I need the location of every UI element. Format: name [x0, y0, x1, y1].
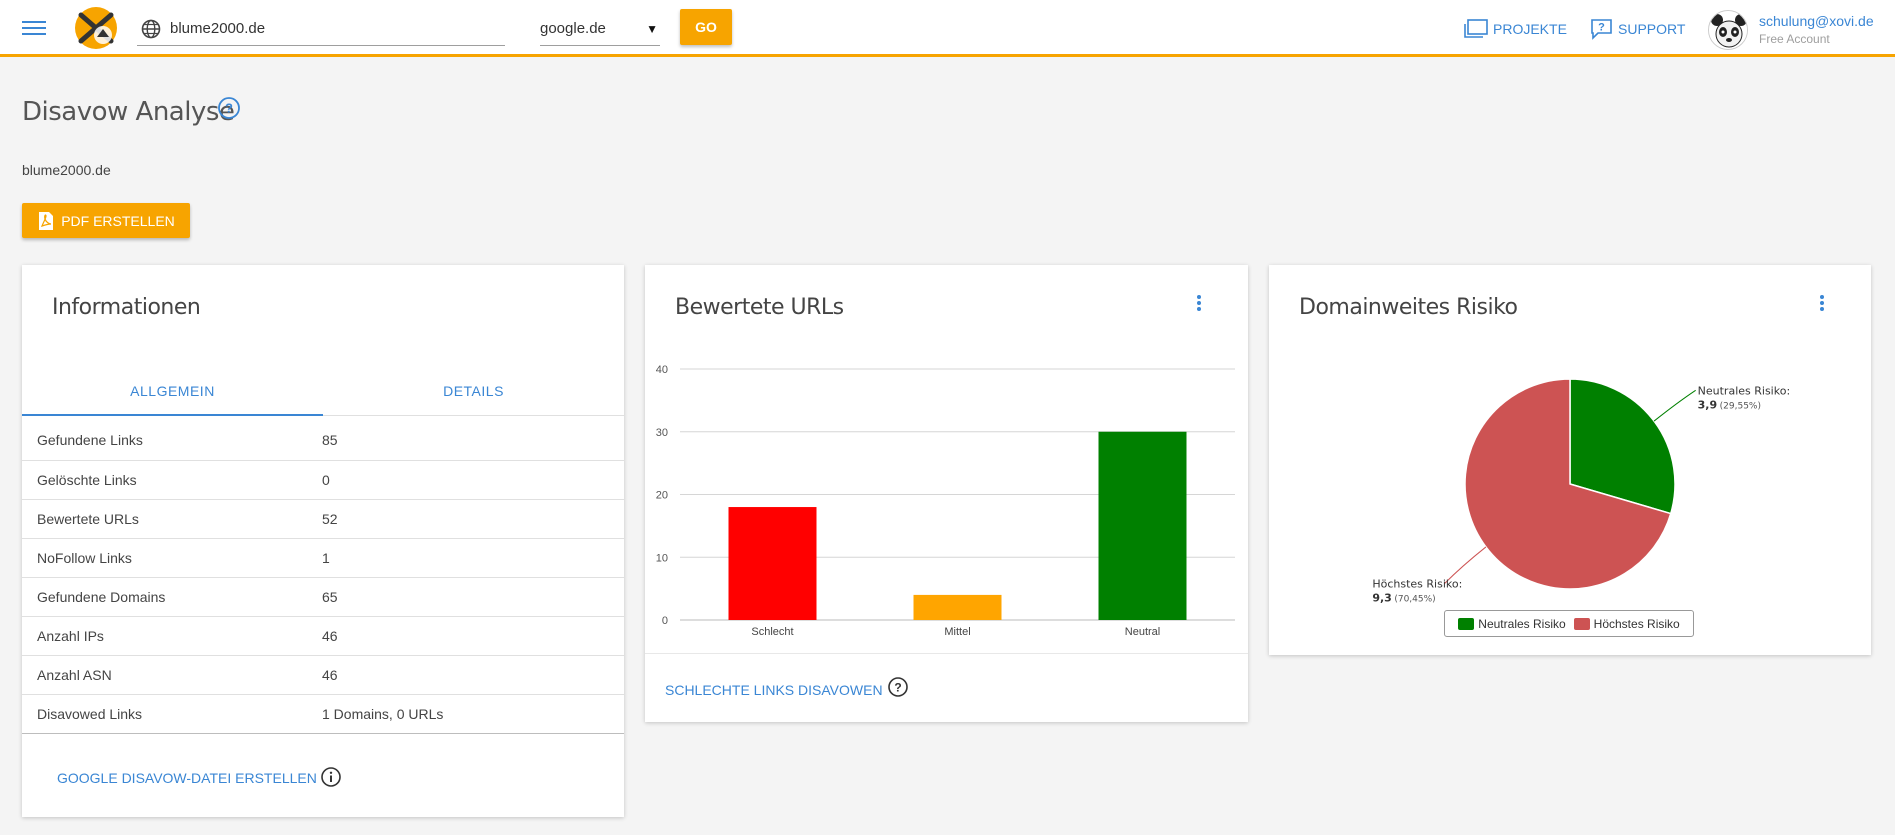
- hamburger-menu-icon[interactable]: [22, 18, 46, 36]
- bar-mittel[interactable]: [913, 594, 1002, 620]
- row-value: 85: [322, 421, 624, 461]
- page-title: Disavow Analyse: [22, 97, 235, 127]
- nav-support-link[interactable]: ? SUPPORT: [1590, 17, 1685, 41]
- legend-swatch: [1573, 617, 1590, 630]
- table-row: Gelöschte Links 0: [22, 460, 624, 500]
- pie-label-name: Höchstes Risiko:: [1372, 578, 1462, 591]
- pie-label-value: 9,3: [1372, 592, 1392, 605]
- pie-label-name: Neutrales Risiko:: [1698, 384, 1791, 397]
- pie-label-percent: (70,45%): [1394, 595, 1435, 605]
- divider: [645, 653, 1248, 654]
- nav-projects-label: PROJEKTE: [1493, 21, 1567, 37]
- nav-projects-link[interactable]: PROJEKTE: [1463, 17, 1567, 41]
- row-value: 46: [322, 616, 624, 656]
- info-card: Informationen ALLGEMEIN DETAILS Gefunden…: [22, 265, 624, 817]
- user-avatar[interactable]: [1708, 10, 1748, 50]
- create-disavow-file-link[interactable]: GOOGLE DISAVOW-DATEI ERSTELLEN: [57, 770, 317, 786]
- bar-schlecht[interactable]: [728, 507, 817, 620]
- nav-support-label: SUPPORT: [1618, 21, 1686, 37]
- create-pdf-label: PDF ERSTELLEN: [61, 212, 175, 229]
- user-email[interactable]: schulung@xovi.de: [1759, 13, 1874, 29]
- domain-search-input[interactable]: [137, 12, 505, 46]
- x-tick-label: Neutral: [1125, 626, 1160, 638]
- row-label: Disavowed Links: [22, 694, 322, 734]
- domain-risk-pie-chart: Neutrales Risiko:3,9 (29,55%) Höchstes Ris…: [1372, 378, 1791, 605]
- row-value: 1: [322, 538, 624, 578]
- globe-icon: [141, 19, 161, 39]
- pie-label-value: 3,9: [1698, 398, 1718, 411]
- svg-text:?: ?: [225, 101, 233, 116]
- tab-details[interactable]: DETAILS: [323, 380, 624, 416]
- folders-icon: [1464, 19, 1488, 38]
- table-row: NoFollow Links 1: [22, 538, 624, 578]
- row-label: Anzahl IPs: [22, 616, 322, 656]
- panda-avatar-icon: [1709, 11, 1747, 49]
- table-row: Bewertete URLs 52: [22, 499, 624, 539]
- legend-item[interactable]: Höchstes Risiko: [1573, 616, 1680, 631]
- x-tick-label: Mittel: [944, 626, 970, 638]
- table-row: Disavowed Links 1 Domains, 0 URLs: [22, 694, 624, 734]
- x-tick-label: Schlecht: [751, 626, 793, 638]
- y-tick-label: 40: [656, 364, 668, 376]
- create-pdf-button[interactable]: PDF ERSTELLEN: [22, 203, 190, 238]
- legend-item[interactable]: Neutrales Risiko: [1458, 616, 1566, 631]
- rated-urls-bar-chart: 0 10 20 30 40 Schlecht Mittel Neutral: [656, 364, 1235, 638]
- help-circle-icon[interactable]: ?: [887, 676, 909, 698]
- search-engine-value: google.de: [540, 20, 606, 37]
- help-circle-icon[interactable]: ?: [217, 96, 241, 120]
- pie-legend: Neutrales Risiko Höchstes Risiko: [1444, 610, 1694, 637]
- bar-neutral[interactable]: [1098, 431, 1187, 620]
- y-tick-label: 10: [656, 552, 668, 564]
- row-value: 52: [322, 499, 624, 539]
- table-row: Anzahl ASN 46: [22, 655, 624, 695]
- xovi-logo[interactable]: [73, 5, 119, 51]
- row-label: Gelöschte Links: [22, 460, 322, 500]
- user-plan: Free Account: [1759, 32, 1830, 46]
- row-value: 46: [322, 655, 624, 695]
- dropdown-arrow-icon: ▼: [646, 22, 658, 36]
- row-label: NoFollow Links: [22, 538, 322, 578]
- legend-swatch: [1458, 617, 1475, 630]
- y-tick-label: 0: [662, 615, 668, 627]
- row-value: 65: [322, 577, 624, 617]
- top-bar: google.de ▼ GO PROJEKTE ? SUPPORT schulu…: [0, 0, 1895, 57]
- pie-connector: [1653, 389, 1696, 422]
- analyzed-domain: blume2000.de: [22, 162, 111, 178]
- row-label: Gefundene Links: [22, 421, 322, 461]
- svg-text:?: ?: [894, 681, 901, 695]
- info-tabs: ALLGEMEIN DETAILS: [22, 380, 624, 416]
- y-tick-label: 30: [656, 427, 668, 439]
- pie-label-percent: (29,55%): [1720, 401, 1761, 411]
- go-button[interactable]: GO: [680, 9, 732, 45]
- search-engine-select[interactable]: google.de ▼: [540, 12, 660, 46]
- rated-urls-card: Bewertete URLs 0 10 20 30 40 Schlecht Mittel Ne…: [645, 265, 1248, 722]
- svg-text:?: ?: [1598, 22, 1605, 34]
- row-label: Bewertete URLs: [22, 499, 322, 539]
- info-table: Gefundene Links 85 Gelöschte Links 0 Bewer…: [22, 421, 624, 734]
- legend-label: Neutrales Risiko: [1478, 616, 1566, 631]
- pdf-file-icon: [39, 211, 54, 230]
- tab-allgemein[interactable]: ALLGEMEIN: [22, 380, 323, 416]
- row-value: 0: [322, 460, 624, 500]
- row-value: 1 Domains, 0 URLs: [322, 694, 624, 734]
- y-tick-label: 20: [656, 490, 668, 502]
- support-chat-icon: ?: [1591, 19, 1612, 40]
- row-label: Anzahl ASN: [22, 655, 322, 695]
- info-card-title: Informationen: [52, 295, 201, 320]
- info-icon[interactable]: [320, 766, 342, 788]
- domain-risk-card: Domainweites Risiko Neutrales Risiko: 3,9…: [1269, 265, 1871, 655]
- disavow-bad-links-link[interactable]: SCHLECHTE LINKS DISAVOWEN: [665, 682, 883, 698]
- row-label: Gefundene Domains: [22, 577, 322, 617]
- table-row: Anzahl IPs 46: [22, 616, 624, 656]
- table-row: Gefundene Domains 65: [22, 577, 624, 617]
- legend-label: Höchstes Risiko: [1593, 616, 1680, 631]
- table-row: Gefundene Links 85: [22, 421, 624, 461]
